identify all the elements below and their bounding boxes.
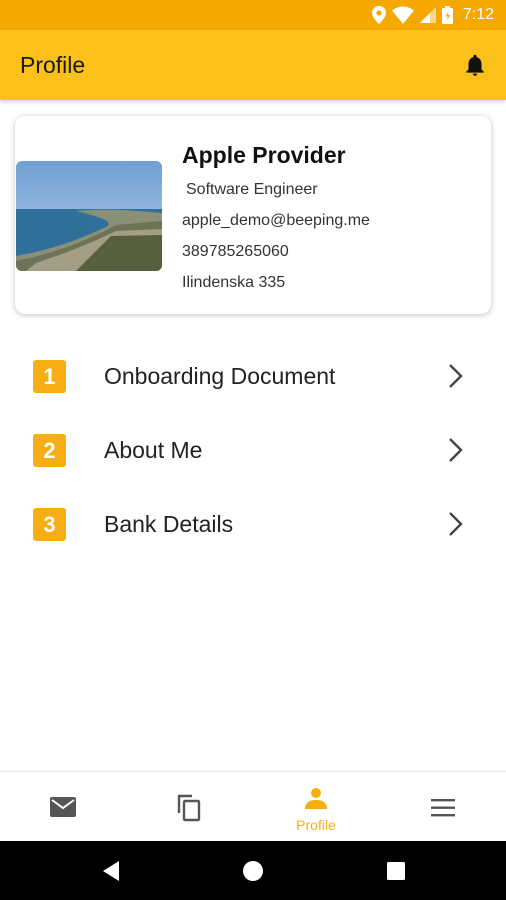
bottom-nav: Profile — [0, 771, 506, 841]
bell-icon[interactable] — [462, 52, 488, 78]
back-icon[interactable] — [101, 860, 121, 882]
home-icon[interactable] — [242, 860, 264, 882]
signal-icon — [419, 7, 436, 23]
menu-item-onboarding-document[interactable]: 1 Onboarding Document — [0, 346, 506, 406]
profile-name: Apple Provider — [182, 142, 346, 168]
location-icon — [371, 6, 386, 24]
status-bar: 7:12 — [0, 0, 506, 30]
person-icon — [305, 788, 327, 809]
chevron-right-icon — [449, 364, 463, 388]
status-time: 7:12 — [462, 6, 494, 23]
menu-icon — [431, 799, 455, 817]
system-nav-bar — [0, 841, 506, 900]
copy-icon — [177, 794, 201, 822]
wifi-icon — [391, 6, 414, 24]
page-title: Profile — [20, 52, 86, 78]
number-badge: 2 — [33, 434, 66, 467]
menu-item-label: About Me — [104, 437, 203, 463]
profile-email: apple_demo@beeping.me — [182, 212, 370, 229]
status-icons: 7:12 — [371, 0, 494, 30]
profile-phone: 389785265060 — [182, 243, 289, 260]
profile-job-title: Software Engineer — [186, 181, 318, 198]
chevron-right-icon — [449, 512, 463, 536]
profile-card[interactable]: Apple Provider Software Engineer apple_d… — [15, 116, 491, 314]
nav-documents[interactable] — [126, 772, 252, 842]
app-bar: Profile — [0, 30, 506, 100]
profile-address: Ilindenska 335 — [182, 274, 286, 291]
recents-icon[interactable] — [386, 861, 406, 881]
mail-icon — [50, 797, 76, 817]
number-badge: 1 — [33, 360, 66, 393]
nav-messages[interactable] — [0, 772, 126, 842]
menu-item-bank-details[interactable]: 3 Bank Details — [0, 494, 506, 554]
menu-item-label: Bank Details — [104, 511, 234, 537]
menu-item-label: Onboarding Document — [104, 363, 336, 389]
chevron-right-icon — [449, 438, 463, 462]
menu-item-about-me[interactable]: 2 About Me — [0, 420, 506, 480]
number-badge: 3 — [33, 508, 66, 541]
nav-profile[interactable]: Profile — [253, 772, 379, 842]
nav-menu[interactable] — [380, 772, 506, 842]
battery-icon — [441, 6, 453, 24]
profile-photo — [16, 161, 162, 271]
nav-profile-label: Profile — [296, 817, 336, 833]
